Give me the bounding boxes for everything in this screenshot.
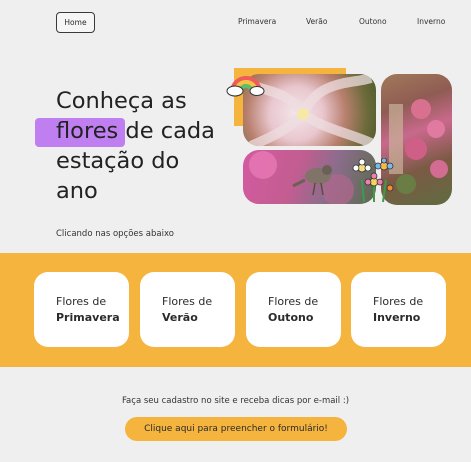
card-prefix: Flores de — [56, 295, 107, 308]
card-prefix: Flores de — [268, 295, 319, 308]
card-primavera[interactable]: Flores de Primavera — [34, 272, 129, 347]
home-button[interactable]: Home — [56, 12, 95, 33]
card-season: Primavera — [56, 311, 120, 324]
nav-link-outono[interactable]: Outono — [359, 17, 387, 26]
hero-title-highlight: flores — [56, 118, 119, 144]
hero-title: Conheça as flores de cada estação do ano — [56, 86, 246, 206]
card-verao[interactable]: Flores de Verão — [140, 272, 235, 347]
card-inverno[interactable]: Flores de Inverno — [351, 272, 446, 347]
card-season: Outono — [268, 311, 314, 324]
nav-link-inverno[interactable]: Inverno — [417, 17, 445, 26]
signup-prompt: Faça seu cadastro no site e receba dicas… — [121, 396, 350, 406]
card-outono[interactable]: Flores de Outono — [246, 272, 341, 347]
card-prefix: Flores de — [373, 295, 424, 308]
rainbow-sticker-icon — [226, 76, 265, 97]
signup-form-button[interactable]: Clique aqui para preencher o formulário! — [125, 417, 347, 441]
card-season: Verão — [162, 311, 198, 324]
card-prefix: Flores de — [162, 295, 213, 308]
hero-subtitle: Clicando nas opções abaixo — [56, 229, 174, 239]
nav-link-verao[interactable]: Verão — [306, 17, 327, 26]
nav-link-primavera[interactable]: Primavera — [238, 17, 276, 26]
hero-title-line4: ano — [56, 178, 98, 204]
hero-title-line1: Conheça as — [56, 88, 187, 114]
top-navigation: Home Primavera Verão Outono Inverno — [0, 0, 471, 44]
hero-title-line3: estação do — [56, 148, 180, 174]
flowers-sticker-icon — [352, 158, 394, 203]
card-season: Inverno — [373, 311, 421, 324]
hero-title-line2: de cada — [118, 118, 215, 144]
